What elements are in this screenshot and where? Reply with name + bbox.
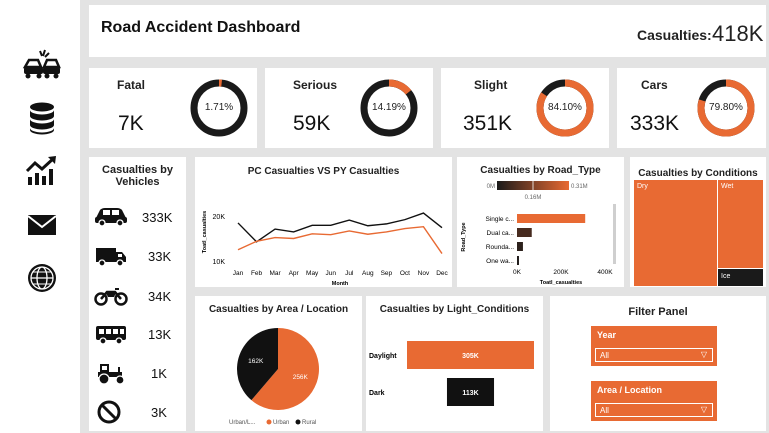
x-tick-label: Nov bbox=[418, 270, 430, 277]
kpi-pct: 14.19% bbox=[372, 102, 406, 113]
year-select[interactable]: All ▽ bbox=[595, 348, 713, 362]
legend-min-label: 0M bbox=[487, 184, 495, 190]
y-tick-label: 10K bbox=[213, 259, 226, 266]
globe-icon[interactable] bbox=[22, 258, 62, 298]
year-filter-label: Year bbox=[597, 330, 617, 340]
vehicle-value: 13K bbox=[148, 327, 172, 342]
kpi-pct: 79.80% bbox=[709, 102, 743, 113]
x-tick-label: Oct bbox=[400, 270, 410, 277]
legend-swatch bbox=[295, 419, 301, 425]
conditions-title: Casualties by Conditions bbox=[638, 168, 758, 179]
area-filter-label: Area / Location bbox=[597, 385, 663, 395]
bar-value-label: 305K bbox=[462, 353, 479, 360]
treemap-label: Wet bbox=[721, 183, 734, 190]
treemap-cell-ice[interactable]: Ice bbox=[718, 269, 763, 286]
treemap-cell-wet[interactable]: Wet bbox=[718, 180, 763, 268]
motorcycle-icon bbox=[94, 288, 128, 306]
x-tick-label: Sep bbox=[381, 270, 393, 277]
road-type-chart: 0M 0.31M 0.16M Single c... Dual ca... Rounda.… bbox=[461, 181, 616, 286]
vehicle-value: 1K bbox=[151, 366, 167, 381]
y-tick-label: One wa... bbox=[486, 258, 514, 265]
y-tick-label: Rounda... bbox=[486, 244, 514, 251]
scrollbar[interactable] bbox=[613, 204, 616, 264]
light-chart: Daylight 305K Dark 113K bbox=[369, 341, 534, 406]
legend-mid-label: 0.16M bbox=[525, 195, 542, 201]
area-select-value: All bbox=[600, 406, 609, 415]
van-icon bbox=[96, 248, 126, 267]
x-axis-label: Toatl_casualties bbox=[540, 280, 582, 286]
area-select[interactable]: All ▽ bbox=[595, 403, 713, 417]
vehicles-title: Casualties by Vehicles bbox=[102, 164, 173, 188]
chevron-down-icon[interactable]: ▽ bbox=[701, 350, 707, 359]
legend-max-label: 0.31M bbox=[571, 184, 588, 190]
bar[interactable] bbox=[517, 242, 523, 251]
vehicle-value: 333K bbox=[142, 210, 173, 225]
y-tick-label: 20K bbox=[213, 214, 226, 221]
y-tick-label: Dual ca... bbox=[487, 230, 515, 237]
bar[interactable] bbox=[517, 214, 586, 223]
mail-icon[interactable] bbox=[22, 205, 62, 245]
year-select-value: All bbox=[600, 351, 609, 360]
x-tick-label: Apr bbox=[289, 270, 300, 277]
car-icon bbox=[95, 208, 127, 227]
year-filter[interactable]: Year All ▽ bbox=[591, 326, 717, 366]
bus-icon bbox=[96, 326, 126, 345]
y-axis-label: Road_Type bbox=[461, 222, 467, 251]
area-filter[interactable]: Area / Location All ▽ bbox=[591, 381, 717, 421]
x-tick-label: 200K bbox=[553, 269, 569, 276]
y-tick-label: Dark bbox=[369, 390, 385, 397]
y-axis-label: Toatl_casualties bbox=[202, 211, 208, 253]
x-tick-label: Dec bbox=[436, 270, 448, 277]
filter-title: Filter Panel bbox=[628, 306, 688, 318]
x-tick-label: Aug bbox=[362, 270, 374, 277]
x-tick-label: Jul bbox=[345, 270, 354, 277]
kpi-rings bbox=[190, 79, 755, 137]
tractor-icon bbox=[98, 364, 125, 385]
treemap-label: Ice bbox=[721, 273, 731, 280]
legend-label: Rural bbox=[302, 420, 316, 426]
kpi-pct: 84.10% bbox=[548, 102, 582, 113]
pie-slice-label: 256K bbox=[293, 374, 309, 381]
x-tick-label: 400K bbox=[597, 269, 613, 276]
vehicle-value: 3K bbox=[151, 405, 167, 420]
y-tick-label: Daylight bbox=[369, 353, 397, 360]
bar[interactable] bbox=[517, 228, 532, 237]
pie-slice-label: 162K bbox=[248, 358, 264, 365]
legend-label: Urban bbox=[273, 420, 289, 426]
x-tick-label: Mar bbox=[269, 270, 281, 277]
kpi-pct: 1.71% bbox=[204, 102, 234, 113]
bar[interactable] bbox=[517, 256, 519, 265]
no-entry-icon bbox=[97, 400, 121, 424]
chevron-down-icon[interactable]: ▽ bbox=[701, 405, 707, 414]
x-tick-label: Feb bbox=[251, 270, 263, 277]
vehicle-value: 34K bbox=[148, 289, 172, 304]
area-pie-chart: 256K 162K Urban/L... Urban Rural bbox=[229, 328, 319, 426]
vehicle-value: 33K bbox=[148, 249, 172, 264]
x-axis-label: Month bbox=[332, 281, 349, 287]
x-tick-label: Jan bbox=[233, 270, 244, 277]
line-chart: 20K 10K Toatl_casualties Jan Feb Mar Apr May Jun… bbox=[202, 211, 449, 287]
x-tick-label: 0K bbox=[513, 269, 522, 276]
x-tick-label: May bbox=[306, 270, 319, 277]
bar-value-label: 113K bbox=[462, 390, 478, 397]
legend-swatch bbox=[266, 419, 272, 425]
treemap-cell-dry[interactable]: Dry bbox=[634, 180, 717, 286]
x-tick-label: Jun bbox=[325, 270, 336, 277]
y-tick-label: Single c... bbox=[485, 216, 514, 223]
legend-title: Urban/L... bbox=[229, 420, 256, 426]
treemap-label: Dry bbox=[637, 183, 648, 190]
series-line-1[interactable] bbox=[237, 225, 443, 254]
